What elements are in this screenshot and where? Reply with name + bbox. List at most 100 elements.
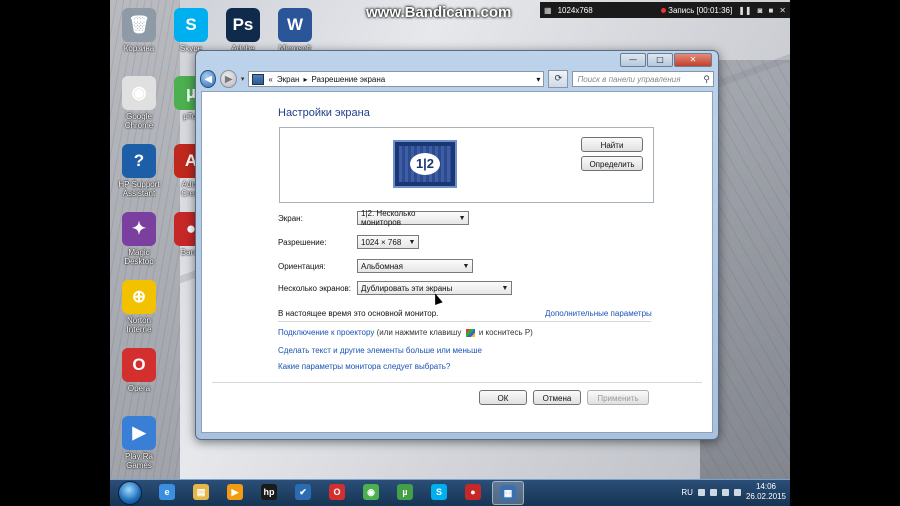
volume-icon[interactable]	[721, 488, 729, 496]
stop-icon[interactable]: ■	[768, 6, 773, 15]
camera-icon[interactable]: ◙	[758, 6, 763, 15]
forward-button[interactable]: ▶	[220, 70, 237, 88]
desktop-icon[interactable]: O Opera	[112, 348, 166, 393]
desktop-app-icon: ⊕	[122, 280, 156, 314]
desktop-icon[interactable]: ▶ Play Ra Games	[112, 416, 166, 470]
chevron-down-icon: ▼	[408, 238, 416, 246]
system-tray: RU 14:06 26.02.2015	[681, 482, 786, 502]
pause-icon[interactable]: ❚❚	[738, 6, 751, 15]
bandicam-menu-icon[interactable]: ▦	[544, 6, 552, 15]
explorer-icon: ▤	[193, 484, 209, 500]
display-label: Экран:	[278, 214, 303, 223]
address-dropdown-icon[interactable]: ▾	[536, 75, 540, 84]
orientation-label: Ориентация:	[278, 262, 326, 271]
monitor-choice-link[interactable]: Какие параметры монитора следует выбрать…	[278, 362, 450, 371]
desktop-app-icon: W	[278, 8, 312, 42]
resolution-select[interactable]: 1024 × 768 ▼	[357, 235, 419, 249]
skype-icon: S	[431, 484, 447, 500]
opera-icon: O	[329, 484, 345, 500]
multiple-displays-label: Несколько экранов:	[278, 284, 352, 293]
ie-icon: e	[159, 484, 175, 500]
breadcrumb-display[interactable]: Экран	[277, 75, 300, 84]
close-icon[interactable]: ✕	[779, 6, 786, 15]
monitor-number: 1|2	[410, 153, 440, 175]
screen-resolution-window: — □ ✕ ◀ ▶ ▾ « Экран ▸ Разрешение экрана …	[195, 50, 719, 440]
desktop-app-icon: Ps	[226, 8, 260, 42]
desktop-app-icon: S	[174, 8, 208, 42]
breadcrumb-separator: «	[268, 74, 273, 84]
network-icon[interactable]	[709, 488, 717, 496]
desktop-app-icon: ✦	[122, 212, 156, 246]
identify-button[interactable]: Определить	[581, 156, 643, 171]
media-icon: ▶	[227, 484, 243, 500]
desktop-icon-label: Play Ra Games	[124, 452, 153, 470]
taskbar-app-opera[interactable]: O	[322, 481, 352, 503]
desktop-icon[interactable]: ✦ Magic Desktop	[112, 212, 166, 266]
flag-icon[interactable]	[733, 488, 741, 496]
advanced-settings-link[interactable]: Дополнительные параметры	[545, 309, 652, 318]
desktop-app-icon: O	[122, 348, 156, 382]
recording-bar: ▦ 1024x768 Запись [00:01:36] ❚❚ ◙ ■ ✕	[540, 2, 790, 18]
breadcrumb-resolution[interactable]: Разрешение экрана	[311, 75, 385, 84]
taskbar-app-media[interactable]: ▶	[220, 481, 250, 503]
detect-button[interactable]: Найти	[581, 137, 643, 152]
taskbar-app-ie[interactable]: e	[152, 481, 182, 503]
window-controls: — □ ✕	[620, 53, 712, 67]
bandicam-icon: ●	[465, 484, 481, 500]
desktop: 🗑 Корзина S Skype Ps Adobe W Microsoft ◉ Google C…	[110, 0, 790, 506]
taskbar-app-explorer[interactable]: ▤	[186, 481, 216, 503]
windows-logo-icon	[465, 328, 475, 337]
taskbar-app-bandicam[interactable]: ●	[458, 481, 488, 503]
taskbar-app-control-panel[interactable]: ▦	[492, 481, 524, 505]
breadcrumb-separator: ▸	[303, 74, 308, 84]
desktop-icon[interactable]: Ps Adobe	[216, 8, 270, 53]
desktop-app-icon: ◉	[122, 76, 156, 110]
recent-pages-chevron-icon[interactable]: ▾	[241, 75, 245, 83]
clock-date: 26.02.2015	[745, 492, 786, 501]
ok-button[interactable]: ОК	[479, 390, 527, 405]
refresh-button[interactable]: ⟳	[548, 70, 569, 88]
apply-button[interactable]: Применить	[587, 390, 649, 405]
record-dot-icon	[660, 7, 666, 13]
address-bar[interactable]: « Экран ▸ Разрешение экрана ▾	[248, 71, 545, 87]
desktop-icon[interactable]: ? HP Support Assistant	[112, 144, 166, 198]
taskbar-app-utorrent[interactable]: µ	[390, 481, 420, 503]
control-panel-icon	[252, 73, 265, 85]
divider	[278, 321, 651, 322]
bandicam-watermark: www.Bandicam.com	[366, 4, 512, 21]
taskbar-app-check[interactable]: ✔	[288, 481, 318, 503]
search-input[interactable]: Поиск в панели управления ⚲	[572, 71, 714, 87]
desktop-app-icon: ▶	[122, 416, 156, 450]
desktop-icon[interactable]: S Skype	[164, 8, 218, 53]
check-icon: ✔	[295, 484, 311, 500]
monitor-icon[interactable]: 1|2	[393, 140, 457, 188]
orientation-select[interactable]: Альбомная ▼	[357, 259, 473, 273]
chevron-down-icon: ▼	[462, 262, 470, 270]
maximize-button[interactable]: □	[647, 53, 673, 67]
desktop-icon[interactable]: W Microsoft	[268, 8, 322, 53]
clock[interactable]: 14:06 26.02.2015	[746, 482, 786, 502]
projector-link[interactable]: Подключение к проектору	[278, 328, 374, 337]
close-button[interactable]: ✕	[674, 53, 712, 67]
hp-icon: hp	[261, 484, 277, 500]
display-select[interactable]: 1|2. Несколько мониторов ▼	[357, 209, 469, 227]
taskbar-app-skype[interactable]: S	[424, 481, 454, 503]
projector-hint-end: и коснитесь P)	[478, 328, 533, 337]
desktop-icon[interactable]: ⊕ Norton Interne	[112, 280, 166, 334]
text-size-link[interactable]: Сделать текст и другие элементы больше и…	[278, 346, 482, 355]
minimize-button[interactable]: —	[620, 53, 646, 67]
desktop-icon-label: Magic Desktop	[124, 248, 154, 266]
taskbar-app-chrome[interactable]: ◉	[356, 481, 386, 503]
clock-time: 14:06	[755, 482, 776, 491]
desktop-icon[interactable]: 🗑 Корзина	[112, 8, 166, 53]
monitor-preview: 1|2 Найти Определить	[279, 127, 654, 203]
start-button[interactable]	[118, 481, 142, 505]
desktop-icon-label: Корзина	[123, 44, 155, 53]
back-button[interactable]: ◀	[200, 70, 217, 88]
language-indicator[interactable]: RU	[681, 488, 693, 497]
taskbar-app-hp[interactable]: hp	[254, 481, 284, 503]
desktop-icon[interactable]: ◉ Google Chrome	[112, 76, 166, 130]
tray-icon[interactable]	[697, 488, 705, 496]
cancel-button[interactable]: Отмена	[533, 390, 581, 405]
navigation-bar: ◀ ▶ ▾ « Экран ▸ Разрешение экрана ▾ ⟳ По…	[200, 69, 714, 89]
